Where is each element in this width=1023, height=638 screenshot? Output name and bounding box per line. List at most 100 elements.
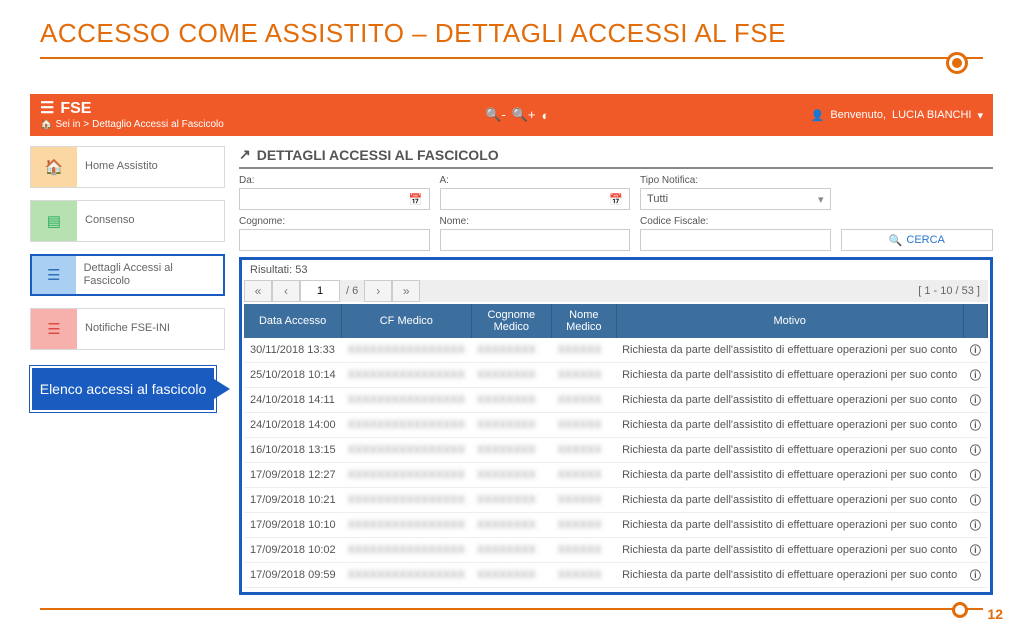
info-button[interactable]: ⓘ [963, 513, 987, 538]
cell-cf: XXXXXXXXXXXXXXXX [342, 388, 471, 413]
info-button[interactable]: ⓘ [963, 538, 987, 563]
top-tools: 🔍- 🔍+ ◐ [485, 107, 549, 123]
sidebar-item-home[interactable]: 🏠 Home Assistito [30, 146, 225, 188]
sidebar-item-dettagli[interactable]: ☰ Dettagli Accessi al Fascicolo [30, 254, 225, 296]
footer-rule [40, 608, 983, 610]
input-cognome[interactable] [239, 229, 430, 251]
contrast-icon[interactable]: ◐ [541, 108, 549, 123]
input-da[interactable]: 📅 [239, 188, 430, 210]
info-button[interactable]: ⓘ [963, 488, 987, 513]
table-row: 17/09/2018 10:02XXXXXXXXXXXXXXXXXXXXXXXX… [244, 538, 988, 563]
home-icon: 🏠 [31, 147, 77, 187]
cell-cognome: XXXXXXXX [471, 363, 552, 388]
cell-nome: XXXXXX [552, 388, 617, 413]
cell-cf: XXXXXXXXXXXXXXXX [342, 513, 471, 538]
cell-cf: XXXXXXXXXXXXXXXX [342, 538, 471, 563]
callout-elenco-accessi: Elenco accessi al fascicolo [30, 366, 216, 412]
results-box: Risultati: 53 « ‹ / 6 › » [ 1 - 10 / 53 … [239, 257, 993, 595]
cell-cognome: XXXXXXXX [471, 413, 552, 438]
cell-nome: XXXXXX [552, 538, 617, 563]
cell-motivo: Richiesta da parte dell'assistito di eff… [616, 563, 963, 588]
cell-motivo: Richiesta da parte dell'assistito di eff… [616, 538, 963, 563]
sidebar-item-label: Consenso [77, 214, 143, 227]
cell-data: 16/10/2018 13:15 [244, 438, 342, 463]
user-menu[interactable]: 👤 Benvenuto, LUCIA BIANCHI ▾ [811, 109, 983, 122]
cell-cognome: XXXXXXXX [471, 438, 552, 463]
input-a[interactable]: 📅 [440, 188, 631, 210]
col-cf-medico[interactable]: CF Medico [342, 304, 471, 338]
info-button[interactable]: ⓘ [963, 338, 987, 363]
hamburger-icon[interactable]: ☰ [40, 99, 54, 118]
cell-cf: XXXXXXXXXXXXXXXX [342, 563, 471, 588]
cell-cognome: XXXXXXXX [471, 488, 552, 513]
pager-page-input[interactable] [300, 280, 340, 302]
info-button[interactable]: ⓘ [963, 438, 987, 463]
cell-motivo: Richiesta da parte dell'assistito di eff… [616, 363, 963, 388]
col-motivo[interactable]: Motivo [616, 304, 963, 338]
cell-motivo: Richiesta da parte dell'assistito di eff… [616, 513, 963, 538]
pager-next[interactable]: › [364, 280, 392, 302]
expand-icon: ↗ [239, 146, 251, 163]
cell-nome: XXXXXX [552, 413, 617, 438]
table-row: 30/11/2018 13:33XXXXXXXXXXXXXXXXXXXXXXXX… [244, 338, 988, 363]
zoom-out-icon[interactable]: 🔍- [485, 107, 506, 123]
col-data-accesso[interactable]: Data Accesso [244, 304, 342, 338]
table-row: 25/10/2018 10:14XXXXXXXXXXXXXXXXXXXXXXXX… [244, 363, 988, 388]
slide-title: ACCESSO COME ASSISTITO – DETTAGLI ACCESS… [0, 0, 1023, 57]
list-icon: ☰ [31, 309, 77, 349]
sidebar-item-label: Notifiche FSE-INI [77, 322, 178, 335]
welcome-prefix: Benvenuto, [830, 109, 886, 121]
info-button[interactable]: ⓘ [963, 463, 987, 488]
search-button[interactable]: 🔍 CERCA [841, 229, 993, 251]
col-cognome-medico[interactable]: Cognome Medico [471, 304, 552, 338]
sidebar-item-consenso[interactable]: ▤ Consenso [30, 200, 225, 242]
cell-nome: XXXXXX [552, 338, 617, 363]
cell-cf: XXXXXXXXXXXXXXXX [342, 438, 471, 463]
info-button[interactable]: ⓘ [963, 388, 987, 413]
input-nome[interactable] [440, 229, 631, 251]
select-tipo-notifica[interactable]: Tutti [640, 188, 831, 210]
input-cf[interactable] [640, 229, 831, 251]
table-row: 16/10/2018 13:15XXXXXXXXXXXXXXXXXXXXXXXX… [244, 438, 988, 463]
label-cf: Codice Fiscale: [640, 216, 831, 227]
label-da: Da: [239, 175, 430, 186]
cell-cf: XXXXXXXXXXXXXXXX [342, 413, 471, 438]
results-count: Risultati: 53 [250, 264, 307, 276]
sidebar-item-notifiche[interactable]: ☰ Notifiche FSE-INI [30, 308, 225, 350]
zoom-in-icon[interactable]: 🔍+ [512, 107, 536, 123]
cell-cognome: XXXXXXXX [471, 463, 552, 488]
col-nome-medico[interactable]: Nome Medico [552, 304, 617, 338]
info-button[interactable]: ⓘ [963, 363, 987, 388]
cell-data: 24/10/2018 14:11 [244, 388, 342, 413]
cell-motivo: Richiesta da parte dell'assistito di eff… [616, 438, 963, 463]
info-button[interactable]: ⓘ [963, 413, 987, 438]
title-bullet-icon [946, 52, 968, 74]
pager-last[interactable]: » [392, 280, 420, 302]
cell-data: 17/09/2018 10:02 [244, 538, 342, 563]
cell-cognome: XXXXXXXX [471, 388, 552, 413]
cell-motivo: Richiesta da parte dell'assistito di eff… [616, 488, 963, 513]
label-cognome: Cognome: [239, 216, 430, 227]
chevron-down-icon: ▾ [977, 109, 983, 122]
list-icon: ☰ [32, 256, 76, 294]
pager-first[interactable]: « [244, 280, 272, 302]
label-nome: Nome: [440, 216, 631, 227]
cell-data: 17/09/2018 10:21 [244, 488, 342, 513]
breadcrumb: 🏠 Sei in > Dettaglio Accessi al Fascicol… [40, 119, 224, 131]
calendar-icon: 📅 [609, 193, 623, 206]
col-info [963, 304, 987, 338]
cell-cf: XXXXXXXXXXXXXXXX [342, 338, 471, 363]
pager: « ‹ / 6 › » [ 1 - 10 / 53 ] [244, 280, 988, 302]
calendar-icon: 📅 [409, 193, 423, 206]
home-icon[interactable]: 🏠 [40, 119, 52, 131]
table-row: 17/09/2018 10:21XXXXXXXXXXXXXXXXXXXXXXXX… [244, 488, 988, 513]
top-bar: ☰ FSE 🏠 Sei in > Dettaglio Accessi al Fa… [30, 94, 993, 136]
cell-motivo: Richiesta da parte dell'assistito di eff… [616, 413, 963, 438]
cell-nome: XXXXXX [552, 513, 617, 538]
pager-prev[interactable]: ‹ [272, 280, 300, 302]
label-a: A: [440, 175, 631, 186]
info-button[interactable]: ⓘ [963, 563, 987, 588]
main-panel: ↗ DETTAGLI ACCESSI AL FASCICOLO Da: 📅 A:… [239, 146, 993, 595]
table-row: 24/10/2018 14:11XXXXXXXXXXXXXXXXXXXXXXXX… [244, 388, 988, 413]
cell-nome: XXXXXX [552, 563, 617, 588]
